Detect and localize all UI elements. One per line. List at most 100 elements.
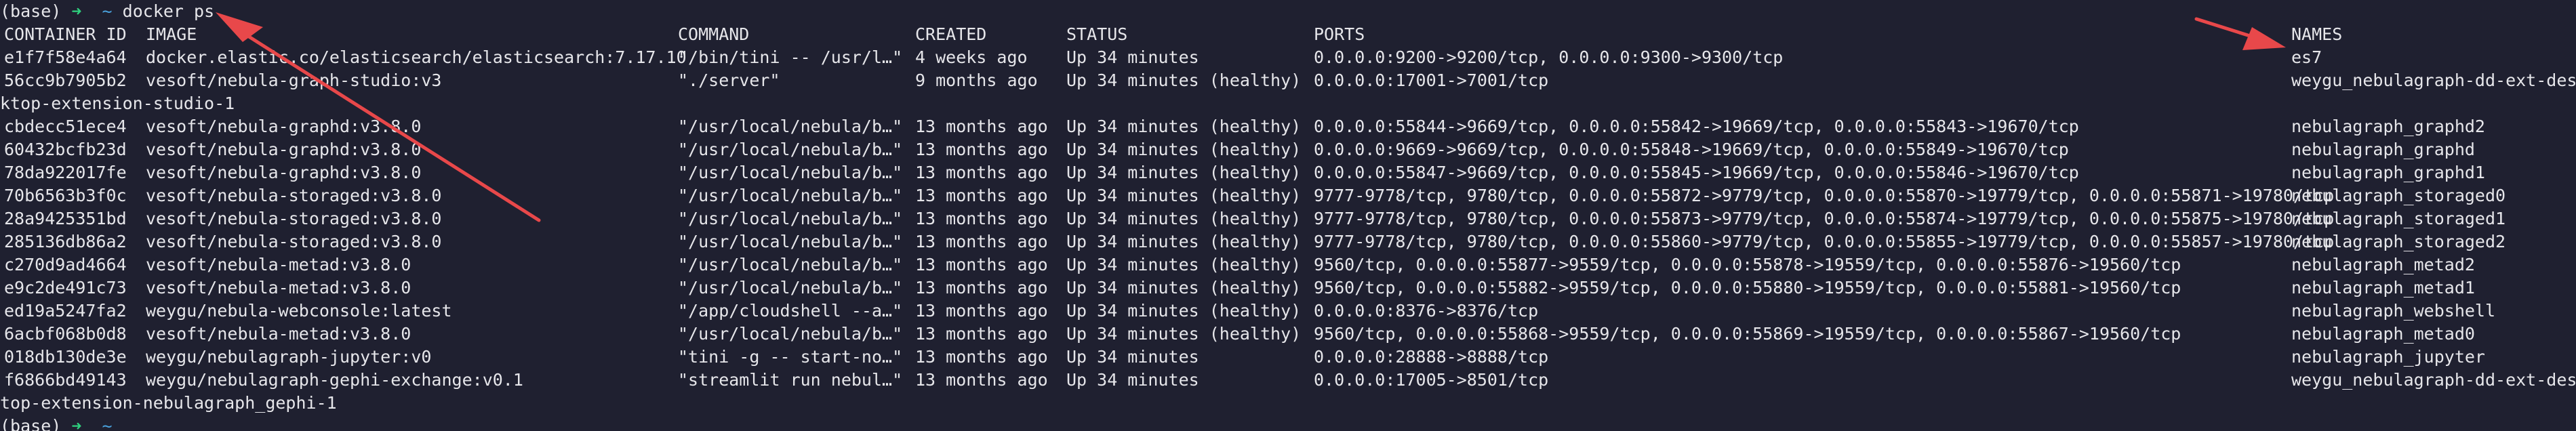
cell-names: nebulagraph_metad1 xyxy=(2291,278,2475,297)
cell-names: nebulagraph_graphd2 xyxy=(2291,117,2485,136)
cell-container-id: ed19a5247fa2 xyxy=(4,301,127,321)
cell-image: vesoft/nebula-metad:v3.8.0 xyxy=(146,278,411,297)
cell-names: nebulagraph_storaged0 xyxy=(2291,186,2506,205)
cell-command: "/usr/local/nebula/b…" xyxy=(678,140,903,159)
header-command: COMMAND xyxy=(678,24,750,44)
cell-command: "/usr/local/nebula/b…" xyxy=(678,324,903,344)
cell-created: 13 months ago xyxy=(915,301,1048,321)
cell-command: "/usr/local/nebula/b…" xyxy=(678,232,903,251)
cell-created: 13 months ago xyxy=(915,140,1048,159)
cell-ports: 9777-9778/tcp, 9780/tcp, 0.0.0.0:55872->… xyxy=(1314,186,2335,205)
cell-names: nebulagraph_metad2 xyxy=(2291,255,2475,274)
cell-created: 13 months ago xyxy=(915,370,1048,390)
cell-status: Up 34 minutes (healthy) xyxy=(1066,209,1302,228)
cell-container-id: 28a9425351bd xyxy=(4,209,127,228)
cell-created: 9 months ago xyxy=(915,70,1038,90)
cell-command: "/usr/local/nebula/b…" xyxy=(678,278,903,297)
cell-names: weygu_nebulagraph-dd-ext-desk xyxy=(2291,370,2576,390)
table-row: cbdecc51ece4 vesoft/nebula-graphd:v3.8.0 "… xyxy=(0,115,2576,138)
cell-created: 13 months ago xyxy=(915,347,1048,367)
cell-image: vesoft/nebula-metad:v3.8.0 xyxy=(146,255,411,274)
cell-created: 13 months ago xyxy=(915,324,1048,344)
table-header: CONTAINER ID IMAGE COMMAND CREATED STATU… xyxy=(0,23,2576,46)
cell-ports: 0.0.0.0:17005->8501/tcp xyxy=(1314,370,1549,390)
cell-container-id: f6866bd49143 xyxy=(4,370,127,390)
cell-container-id: 018db130de3e xyxy=(4,347,127,367)
cell-command: "/usr/local/nebula/b…" xyxy=(678,186,903,205)
table-row: 56cc9b7905b2 vesoft/nebula-graph-studio:v… xyxy=(0,69,2576,92)
table-row: e1f7f58e4a64 docker.elastic.co/elasticsea… xyxy=(0,46,2576,69)
cell-image: vesoft/nebula-storaged:v3.8.0 xyxy=(146,186,442,205)
cell-container-id: e9c2de491c73 xyxy=(4,278,127,297)
cell-names-wrapped: ktop-extension-studio-1 xyxy=(0,94,235,113)
table-row: 285136db86a2 vesoft/nebula-storaged:v3.8.… xyxy=(0,230,2576,253)
cell-image: docker.elastic.co/elasticsearch/elastics… xyxy=(146,47,687,67)
cell-created: 13 months ago xyxy=(915,163,1048,182)
prompt-line-bottom: (base) ➜ ~ xyxy=(0,415,2576,431)
cell-names: nebulagraph_storaged1 xyxy=(2291,209,2506,228)
cell-names: nebulagraph_graphd xyxy=(2291,140,2475,159)
table-row: 28a9425351bd vesoft/nebula-storaged:v3.8.… xyxy=(0,207,2576,230)
prompt-arrow-icon: ➜ xyxy=(71,1,82,21)
table-row: f6866bd49143 weygu/nebulagraph-gephi-exch… xyxy=(0,369,2576,392)
header-ports: PORTS xyxy=(1314,24,1365,44)
table-row: 6acbf068b0d8 vesoft/nebula-metad:v3.8.0 "/… xyxy=(0,323,2576,346)
cell-command: "tini -g -- start-no…" xyxy=(678,347,903,367)
prompt-arrow-icon: ➜ xyxy=(71,416,82,431)
cell-status: Up 34 minutes (healthy) xyxy=(1066,140,1302,159)
cell-container-id: cbdecc51ece4 xyxy=(4,117,127,136)
cell-command: "/usr/local/nebula/b…" xyxy=(678,255,903,274)
cell-container-id: 60432bcfb23d xyxy=(4,140,127,159)
cell-created: 13 months ago xyxy=(915,255,1048,274)
cell-container-id: 70b6563b3f0c xyxy=(4,186,127,205)
cell-ports: 9777-9778/tcp, 9780/tcp, 0.0.0.0:55873->… xyxy=(1314,209,2335,228)
cell-status: Up 34 minutes (healthy) xyxy=(1066,255,1302,274)
cell-image: weygu/nebulagraph-jupyter:v0 xyxy=(146,347,432,367)
cell-container-id: 285136db86a2 xyxy=(4,232,127,251)
cwd-label: ~ xyxy=(102,416,113,431)
cell-container-id: e1f7f58e4a64 xyxy=(4,47,127,67)
table-row: ed19a5247fa2 weygu/nebula-webconsole:late… xyxy=(0,300,2576,323)
cell-names: nebulagraph_webshell xyxy=(2291,301,2496,321)
table-row-wrap: ktop-extension-studio-1 xyxy=(0,92,2576,115)
cell-container-id: c270d9ad4664 xyxy=(4,255,127,274)
cell-command: "./server" xyxy=(678,70,780,90)
cell-status: Up 34 minutes xyxy=(1066,370,1199,390)
conda-env-label: (base) xyxy=(0,416,62,431)
cell-names: nebulagraph_jupyter xyxy=(2291,347,2485,367)
cell-status: Up 34 minutes (healthy) xyxy=(1066,278,1302,297)
cell-status: Up 34 minutes (healthy) xyxy=(1066,70,1302,90)
prompt-line: (base) ➜ ~ docker ps xyxy=(0,0,2576,23)
cell-names: es7 xyxy=(2291,47,2322,67)
cell-image: vesoft/nebula-storaged:v3.8.0 xyxy=(146,209,442,228)
terminal-window[interactable]: (base) ➜ ~ docker ps CONTAINER ID IMAGE … xyxy=(0,0,2576,431)
cell-ports: 0.0.0.0:9200->9200/tcp, 0.0.0.0:9300->93… xyxy=(1314,47,1784,67)
header-created: CREATED xyxy=(915,24,987,44)
cell-image: vesoft/nebula-graphd:v3.8.0 xyxy=(146,117,422,136)
table-row: 60432bcfb23d vesoft/nebula-graphd:v3.8.0 "… xyxy=(0,138,2576,161)
cell-created: 13 months ago xyxy=(915,232,1048,251)
command-text: docker ps xyxy=(122,1,215,21)
cell-ports: 0.0.0.0:17001->7001/tcp xyxy=(1314,70,1549,90)
cell-container-id: 56cc9b7905b2 xyxy=(4,70,127,90)
table-row: e9c2de491c73 vesoft/nebula-metad:v3.8.0 "/… xyxy=(0,276,2576,300)
cell-image: vesoft/nebula-graphd:v3.8.0 xyxy=(146,140,422,159)
header-names: NAMES xyxy=(2291,24,2343,44)
cell-image: weygu/nebula-webconsole:latest xyxy=(146,301,452,321)
cell-created: 13 months ago xyxy=(915,278,1048,297)
cell-ports: 9560/tcp, 0.0.0.0:55877->9559/tcp, 0.0.0… xyxy=(1314,255,2181,274)
table-row: 018db130de3e weygu/nebulagraph-jupyter:v0… xyxy=(0,346,2576,369)
cell-status: Up 34 minutes (healthy) xyxy=(1066,163,1302,182)
cell-container-id: 6acbf068b0d8 xyxy=(4,324,127,344)
cell-image: vesoft/nebula-storaged:v3.8.0 xyxy=(146,232,442,251)
cell-status: Up 34 minutes (healthy) xyxy=(1066,232,1302,251)
cwd-label: ~ xyxy=(102,1,113,21)
header-container-id: CONTAINER ID xyxy=(4,24,127,44)
cell-created: 13 months ago xyxy=(915,117,1048,136)
cell-status: Up 34 minutes (healthy) xyxy=(1066,117,1302,136)
cell-ports: 0.0.0.0:28888->8888/tcp xyxy=(1314,347,1549,367)
cell-image: vesoft/nebula-metad:v3.8.0 xyxy=(146,324,411,344)
cell-status: Up 34 minutes (healthy) xyxy=(1066,186,1302,205)
cell-container-id: 78da922017fe xyxy=(4,163,127,182)
cell-command: "/bin/tini -- /usr/l…" xyxy=(678,47,903,67)
